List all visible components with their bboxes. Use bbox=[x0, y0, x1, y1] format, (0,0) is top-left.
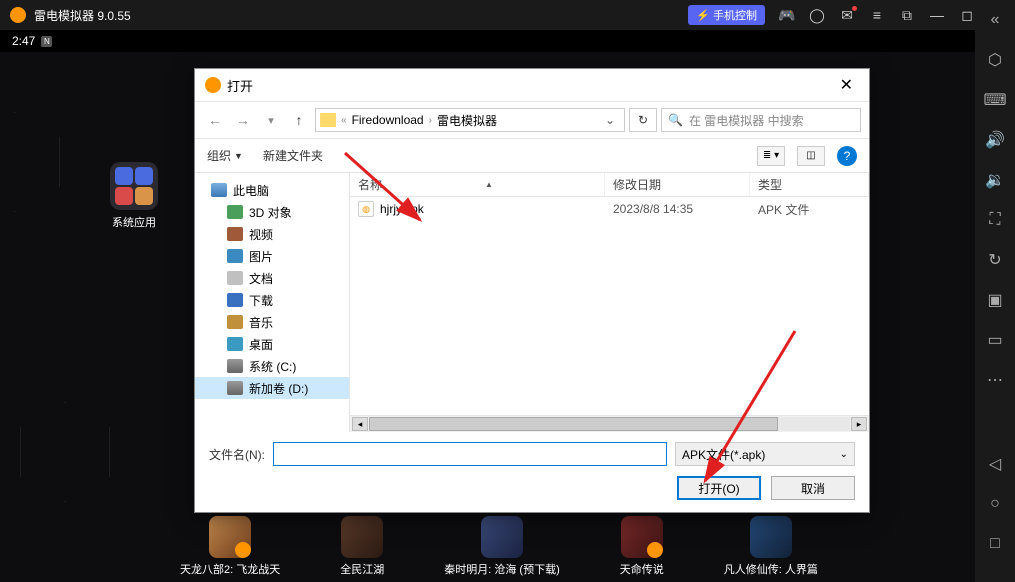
file-row[interactable]: ◍hjrjy.apk 2023/8/8 14:35 APK 文件 bbox=[350, 197, 869, 221]
dialog-logo-icon bbox=[205, 77, 221, 93]
gamepad-icon[interactable]: 🎮 bbox=[779, 7, 795, 23]
tree-documents[interactable]: 文档 bbox=[195, 267, 349, 289]
record-icon[interactable]: ▭ bbox=[985, 330, 1005, 350]
search-input[interactable]: 🔍 在 雷电模拟器 中搜索 bbox=[661, 108, 861, 132]
scroll-left-button[interactable]: ◂ bbox=[352, 417, 368, 431]
filename-input[interactable] bbox=[273, 442, 667, 466]
dialog-close-button[interactable]: ✕ bbox=[834, 75, 859, 95]
scroll-right-button[interactable]: ▸ bbox=[851, 417, 867, 431]
tree-drive-c[interactable]: 系统 (C:) bbox=[195, 355, 349, 377]
dialog-title: 打开 bbox=[227, 76, 253, 95]
nav-forward-button[interactable]: → bbox=[231, 112, 255, 128]
emulator-titlebar: 雷电模拟器 9.0.55 ⚡手机控制 🎮 ◯ ✉ ≡ ⧉ — ◻ ✕ bbox=[0, 0, 1015, 30]
multi-window-icon[interactable]: ⧉ bbox=[899, 7, 915, 23]
recents-icon[interactable]: □ bbox=[985, 534, 1005, 554]
app-title: 雷电模拟器 9.0.55 bbox=[34, 7, 131, 24]
tree-this-pc[interactable]: 此电脑 bbox=[195, 179, 349, 201]
folder-tree: 此电脑 3D 对象 视频 图片 文档 下载 音乐 桌面 系统 (C:) 新加卷 … bbox=[195, 173, 350, 432]
tree-pictures[interactable]: 图片 bbox=[195, 245, 349, 267]
fullscreen-icon[interactable]: ⛶ bbox=[985, 210, 1005, 230]
minimize-icon[interactable]: — bbox=[929, 7, 945, 23]
keyboard-icon[interactable]: ⌨ bbox=[985, 90, 1005, 110]
refresh-button[interactable]: ↻ bbox=[629, 108, 657, 132]
mail-icon[interactable]: ✉ bbox=[839, 7, 855, 23]
user-icon[interactable]: ◯ bbox=[809, 7, 825, 23]
android-statusbar: 2:47 N ▾ ◢ ▮ bbox=[0, 30, 1015, 52]
tree-videos[interactable]: 视频 bbox=[195, 223, 349, 245]
nav-up-button[interactable]: ↑ bbox=[287, 112, 311, 128]
open-button[interactable]: 打开(O) bbox=[677, 476, 761, 500]
dock-item[interactable]: 秦时明月: 沧海 (预下载) bbox=[444, 516, 560, 577]
more-icon[interactable]: ⋯ bbox=[985, 370, 1005, 390]
refresh-circle-icon[interactable]: ↻ bbox=[985, 250, 1005, 270]
preview-pane-button[interactable]: ◫ bbox=[797, 146, 825, 166]
volume-up-icon[interactable]: 🔊 bbox=[985, 130, 1005, 150]
nav-back-button[interactable]: ← bbox=[203, 112, 227, 128]
back-icon[interactable]: ◁ bbox=[985, 454, 1005, 474]
column-name[interactable]: 名称▲ bbox=[350, 173, 605, 196]
home-icon[interactable]: ○ bbox=[985, 494, 1005, 514]
file-open-dialog: 打开 ✕ ← → ▾ ↑ « Firedownload › 雷电模拟器 ⌄ ↻ … bbox=[194, 68, 870, 513]
file-list-area: 名称▲ 修改日期 类型 ◍hjrjy.apk 2023/8/8 14:35 AP… bbox=[350, 173, 869, 432]
filename-label: 文件名(N): bbox=[209, 446, 265, 463]
hexagon-icon[interactable]: ⬡ bbox=[985, 50, 1005, 70]
cancel-button[interactable]: 取消 bbox=[771, 476, 855, 500]
new-folder-button[interactable]: 新建文件夹 bbox=[263, 147, 323, 164]
dialog-footer: 文件名(N): APK文件(*.apk)⌄ 打开(O) 取消 bbox=[195, 432, 869, 512]
column-headers: 名称▲ 修改日期 类型 bbox=[350, 173, 869, 197]
dock-item[interactable]: 天龙八部2: 飞龙战天 bbox=[180, 516, 280, 577]
tree-3d-objects[interactable]: 3D 对象 bbox=[195, 201, 349, 223]
emulator-sidebar: « ⬡ ⌨ 🔊 🔉 ⛶ ↻ ▣ ▭ ⋯ ◁ ○ □ bbox=[975, 0, 1015, 582]
dialog-nav-bar: ← → ▾ ↑ « Firedownload › 雷电模拟器 ⌄ ↻ 🔍 在 雷… bbox=[195, 101, 869, 139]
tree-downloads[interactable]: 下载 bbox=[195, 289, 349, 311]
clock-time: 2:47 bbox=[12, 34, 35, 48]
menu-icon[interactable]: ≡ bbox=[869, 7, 885, 23]
apk-file-icon: ◍ bbox=[358, 201, 374, 217]
phone-control-button[interactable]: ⚡手机控制 bbox=[688, 5, 765, 25]
organize-button[interactable]: 组织 ▼ bbox=[207, 147, 243, 164]
dock-item[interactable]: 全民江湖 bbox=[340, 516, 384, 577]
system-apps-folder[interactable]: 系统应用 bbox=[110, 162, 158, 230]
volume-down-icon[interactable]: 🔉 bbox=[985, 170, 1005, 190]
folder-icon bbox=[320, 113, 336, 127]
dock-item[interactable]: 天命传说 bbox=[620, 516, 664, 577]
app-logo bbox=[10, 7, 26, 23]
nav-history-dropdown[interactable]: ▾ bbox=[259, 114, 283, 127]
tree-music[interactable]: 音乐 bbox=[195, 311, 349, 333]
help-button[interactable]: ? bbox=[837, 146, 857, 166]
dialog-titlebar: 打开 ✕ bbox=[195, 69, 869, 101]
tree-drive-d[interactable]: 新加卷 (D:) bbox=[195, 377, 349, 399]
file-type-filter[interactable]: APK文件(*.apk)⌄ bbox=[675, 442, 855, 466]
maximize-icon[interactable]: ◻ bbox=[959, 7, 975, 23]
app-dock: 天龙八部2: 飞龙战天 全民江湖 秦时明月: 沧海 (预下载) 天命传说 凡人修… bbox=[0, 510, 975, 582]
screenshot-icon[interactable]: ▣ bbox=[985, 290, 1005, 310]
collapse-icon[interactable]: « bbox=[985, 10, 1005, 30]
address-bar[interactable]: « Firedownload › 雷电模拟器 ⌄ bbox=[315, 108, 625, 132]
view-mode-button[interactable]: ≣ ▾ bbox=[757, 146, 785, 166]
dock-item[interactable]: 凡人修仙传: 人界篇 bbox=[724, 516, 818, 577]
column-type[interactable]: 类型 bbox=[750, 173, 869, 196]
horizontal-scrollbar[interactable]: ◂ ▸ bbox=[350, 415, 869, 432]
status-badge: N bbox=[41, 36, 52, 47]
path-dropdown[interactable]: ⌄ bbox=[600, 113, 620, 127]
dialog-toolbar: 组织 ▼ 新建文件夹 ≣ ▾ ◫ ? bbox=[195, 139, 869, 173]
column-date[interactable]: 修改日期 bbox=[605, 173, 750, 196]
search-icon: 🔍 bbox=[668, 113, 683, 127]
tree-desktop[interactable]: 桌面 bbox=[195, 333, 349, 355]
scroll-thumb[interactable] bbox=[369, 417, 778, 431]
